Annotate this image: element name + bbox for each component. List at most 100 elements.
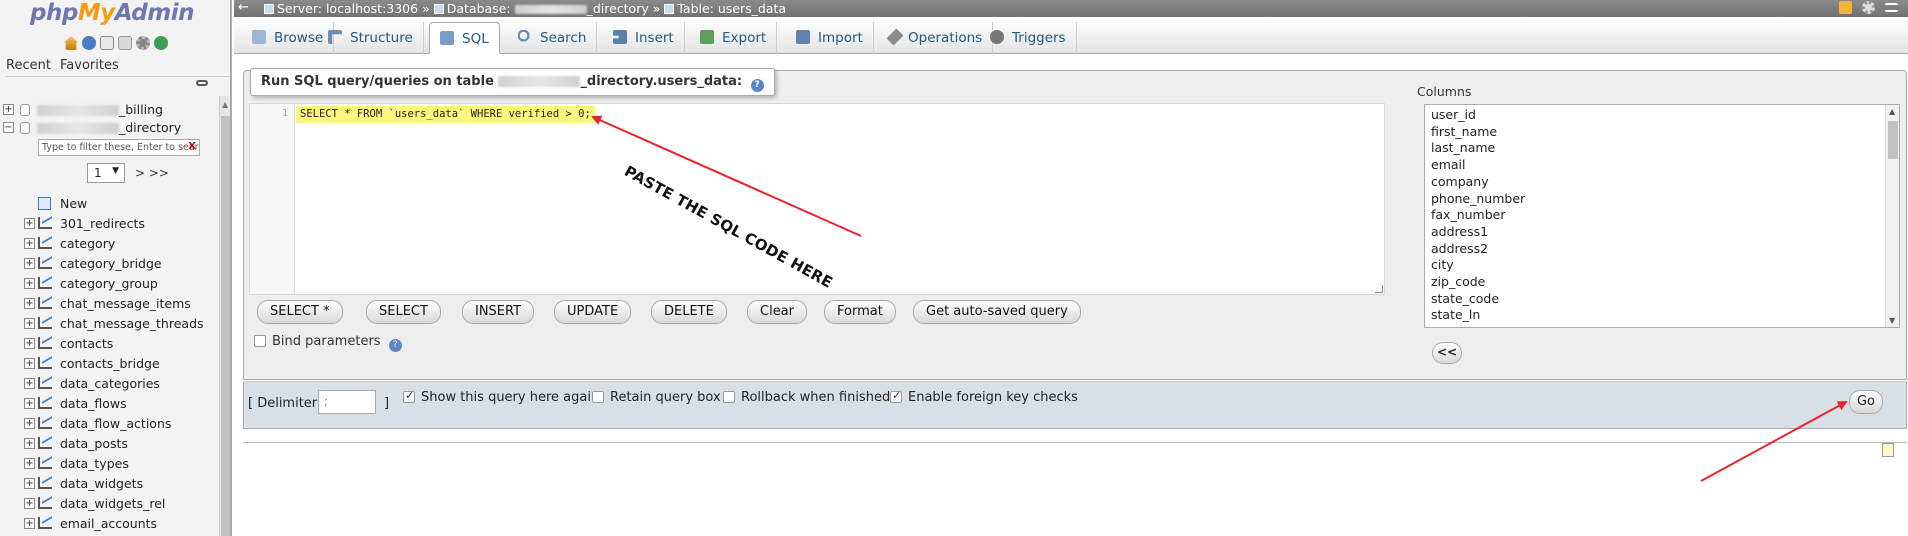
table-name[interactable]: chat_message_threads	[60, 316, 204, 331]
column-option[interactable]: state_ln	[1431, 307, 1480, 322]
columns-scrollbar[interactable]: ▲ ▼	[1885, 105, 1899, 327]
database-item-billing[interactable]: + _billing	[0, 101, 220, 119]
table-name[interactable]: category_group	[60, 276, 158, 291]
tab-search[interactable]: Search	[508, 22, 598, 54]
page-select[interactable]: 1 ▼	[87, 163, 125, 183]
table-name[interactable]: data_flow_actions	[60, 416, 171, 431]
expand-icon[interactable]: +	[24, 398, 35, 409]
rollback-checkbox[interactable]	[723, 391, 735, 403]
table-name[interactable]: data_widgets	[60, 476, 143, 491]
clear-button[interactable]: Clear	[747, 300, 807, 324]
expand-icon[interactable]: +	[24, 418, 35, 429]
column-option[interactable]: zip_code	[1431, 274, 1485, 289]
show-query-again-option[interactable]: Show this query here again	[403, 389, 599, 405]
table-name[interactable]: contacts_bridge	[60, 356, 160, 371]
tab-sql[interactable]: SQL	[429, 22, 500, 54]
sql-docs-icon[interactable]	[118, 36, 132, 50]
table-item[interactable]: + data_flows	[0, 394, 220, 412]
expand-icon[interactable]: +	[24, 478, 35, 489]
lock-icon[interactable]	[1839, 1, 1852, 14]
expand-icon[interactable]: +	[24, 358, 35, 369]
table-item[interactable]: + data_widgets_rel	[0, 494, 220, 512]
table-name[interactable]: contacts	[60, 336, 113, 351]
table-item[interactable]: + data_posts	[0, 434, 220, 452]
table-item-new[interactable]: New	[0, 194, 220, 212]
phpmyadmin-logo[interactable]: phpMyAdmin	[30, 0, 194, 26]
expand-icon[interactable]: +	[24, 318, 35, 329]
tab-import[interactable]: Import	[786, 22, 874, 54]
link-with-main-icon[interactable]	[196, 80, 208, 86]
table-item[interactable]: + chat_message_items	[0, 294, 220, 312]
show-query-again-checkbox[interactable]	[403, 389, 415, 403]
expand-icon[interactable]: +	[24, 438, 35, 449]
columns-listbox[interactable]: user_id first_name last_nameemail company ph…	[1424, 104, 1900, 328]
expand-icon[interactable]: +	[3, 104, 14, 115]
table-name[interactable]: email_accounts	[60, 516, 157, 531]
column-option[interactable]: fax_number	[1431, 207, 1506, 222]
table-item[interactable]: + data_categories	[0, 374, 220, 392]
tab-operations[interactable]: Operations	[880, 22, 994, 54]
select-star-button[interactable]: SELECT *	[257, 300, 343, 324]
table-item[interactable]: + data_types	[0, 454, 220, 472]
insert-button[interactable]: INSERT	[462, 300, 535, 324]
expand-icon[interactable]: +	[24, 518, 35, 529]
table-name[interactable]: 301_redirects	[60, 216, 145, 231]
column-option[interactable]: email	[1431, 157, 1465, 172]
table-item[interactable]: + category_group	[0, 274, 220, 292]
documentation-icon[interactable]	[100, 36, 114, 50]
scroll-up-icon[interactable]: ▲	[222, 100, 228, 109]
select-button[interactable]: SELECT	[366, 300, 441, 324]
table-item[interactable]: +301_redirects	[0, 214, 220, 232]
new-table-label[interactable]: New	[60, 196, 87, 211]
column-option[interactable]: last_name	[1431, 140, 1495, 155]
table-name[interactable]: chat_message_items	[60, 296, 191, 311]
breadcrumb-database-label[interactable]: Database:	[447, 1, 511, 16]
bind-parameters-checkbox[interactable]	[254, 335, 266, 347]
delete-button[interactable]: DELETE	[651, 300, 727, 324]
column-option[interactable]: address1	[1431, 224, 1488, 239]
next-page-link[interactable]: > >>	[135, 166, 169, 180]
back-arrow-icon[interactable]: ←	[238, 0, 249, 15]
tab-triggers[interactable]: Triggers	[980, 22, 1077, 54]
table-name[interactable]: data_types	[60, 456, 129, 471]
table-item[interactable]: + contacts	[0, 334, 220, 352]
table-item[interactable]: + category	[0, 234, 220, 252]
tab-favorites[interactable]: Favorites	[60, 58, 119, 73]
table-name[interactable]: data_flows	[60, 396, 127, 411]
table-item[interactable]: + data_widgets	[0, 474, 220, 492]
bind-parameters-option[interactable]: Bind parameters ?	[254, 334, 402, 352]
column-option[interactable]: user_id	[1431, 107, 1476, 122]
column-option[interactable]: address2	[1431, 241, 1488, 256]
table-name[interactable]: category	[60, 236, 115, 251]
expand-icon[interactable]: +	[24, 218, 35, 229]
table-filter-input[interactable]: Type to filter these, Enter to search X	[38, 139, 200, 156]
column-option[interactable]: company	[1431, 174, 1489, 189]
foreign-key-checks-checkbox[interactable]	[890, 389, 902, 403]
scrollbar-thumb[interactable]	[1888, 121, 1898, 159]
home-icon[interactable]	[64, 36, 78, 50]
collapse-menu-icon[interactable]	[1885, 3, 1898, 12]
reload-icon[interactable]	[154, 36, 168, 50]
table-name[interactable]: category_bridge	[60, 256, 162, 271]
column-option[interactable]: city	[1431, 257, 1454, 272]
delimiter-input[interactable]: ;	[318, 390, 376, 414]
help-icon[interactable]	[82, 36, 96, 50]
expand-icon[interactable]: +	[24, 498, 35, 509]
settings-gear-icon[interactable]	[136, 36, 150, 50]
column-option[interactable]: phone_number	[1431, 191, 1525, 206]
resize-grip-icon[interactable]	[1375, 285, 1383, 293]
expand-icon[interactable]: +	[24, 258, 35, 269]
retain-query-box-checkbox[interactable]	[592, 391, 604, 403]
scroll-down-icon[interactable]: ▼	[1889, 316, 1895, 325]
expand-icon[interactable]: +	[24, 298, 35, 309]
insert-column-button[interactable]: <<	[1432, 342, 1462, 364]
help-icon[interactable]: ?	[388, 339, 402, 352]
expand-icon[interactable]: +	[24, 458, 35, 469]
expand-icon[interactable]: +	[24, 378, 35, 389]
column-option[interactable]: first_name	[1431, 124, 1497, 139]
sql-query-text[interactable]: SELECT * FROM `users_data` WHERE verifie…	[296, 106, 595, 123]
scrollbar-thumb[interactable]	[221, 116, 230, 536]
tab-export[interactable]: Export	[690, 22, 778, 54]
table-name[interactable]: data_posts	[60, 436, 128, 451]
nav-scrollbar[interactable]: ▲	[219, 96, 230, 536]
